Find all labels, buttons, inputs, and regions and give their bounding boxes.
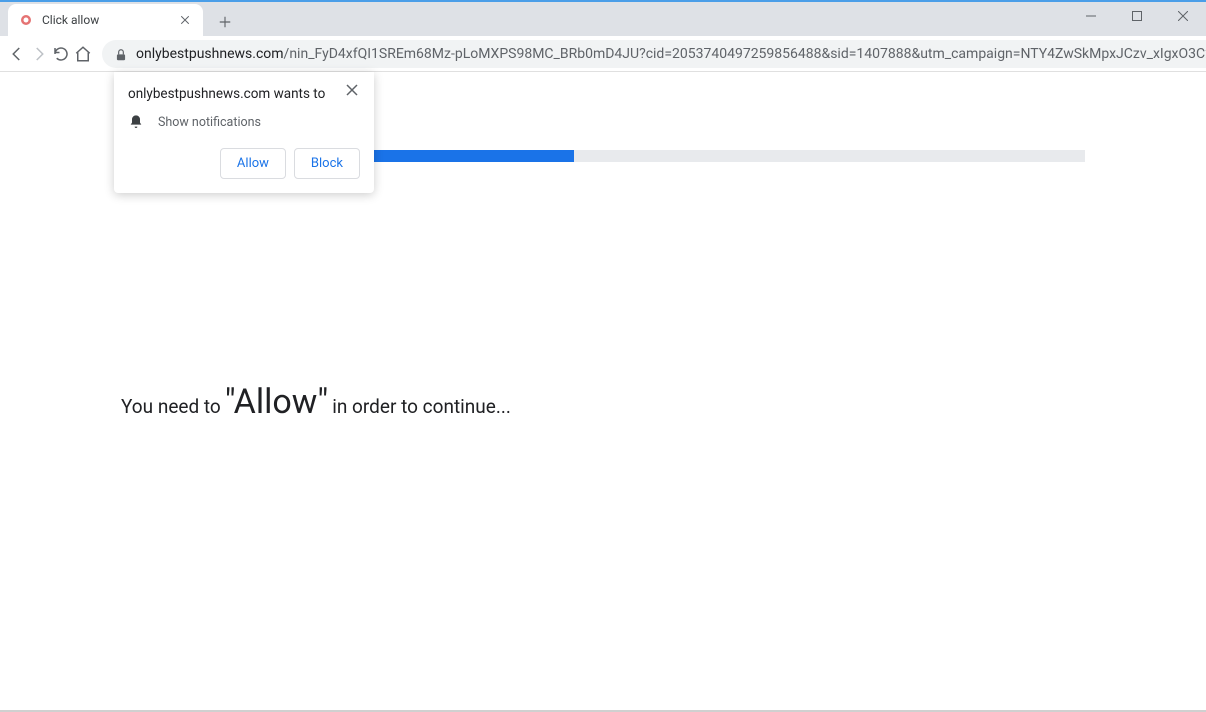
window-controls (1068, 2, 1206, 36)
lock-icon (114, 47, 128, 61)
new-tab-button[interactable] (211, 8, 239, 36)
popup-origin-text: onlybestpushnews.com wants to (128, 86, 325, 102)
browser-toolbar: onlybestpushnews.com/nin_FyD4xfQI1SREm68… (0, 36, 1206, 72)
tab-close-icon[interactable] (177, 12, 193, 28)
text-after: in order to continue... (332, 395, 511, 418)
reload-button[interactable] (52, 40, 70, 68)
text-emphasis: "Allow" (225, 382, 328, 422)
address-bar[interactable]: onlybestpushnews.com/nin_FyD4xfQI1SREm68… (102, 40, 1206, 68)
popup-close-icon[interactable] (344, 82, 360, 98)
url-text: onlybestpushnews.com/nin_FyD4xfQI1SREm68… (136, 46, 1206, 62)
back-button[interactable] (8, 40, 26, 68)
tab-favicon-icon (18, 12, 34, 28)
browser-tab[interactable]: Click allow (8, 4, 203, 36)
url-path: /nin_FyD4xfQI1SREm68Mz-pLoMXPS98MC_BRb0m… (284, 46, 1206, 62)
maximize-button[interactable] (1114, 2, 1160, 30)
permission-label: Show notifications (158, 115, 261, 130)
home-button[interactable] (74, 40, 92, 68)
url-domain: onlybestpushnews.com (136, 46, 284, 62)
block-button[interactable]: Block (294, 148, 360, 179)
forward-button[interactable] (30, 40, 48, 68)
instruction-text: You need to "Allow" in order to continue… (121, 382, 511, 422)
close-window-button[interactable] (1160, 2, 1206, 30)
text-before: You need to (121, 395, 221, 418)
notification-permission-popup: onlybestpushnews.com wants to Show notif… (114, 72, 374, 193)
minimize-button[interactable] (1068, 2, 1114, 30)
page-content: You need to "Allow" in order to continue… (0, 72, 1206, 712)
allow-button[interactable]: Allow (220, 148, 286, 179)
bell-icon (128, 114, 144, 130)
tab-bar: Click allow (0, 2, 1206, 36)
tab-title: Click allow (42, 13, 177, 27)
